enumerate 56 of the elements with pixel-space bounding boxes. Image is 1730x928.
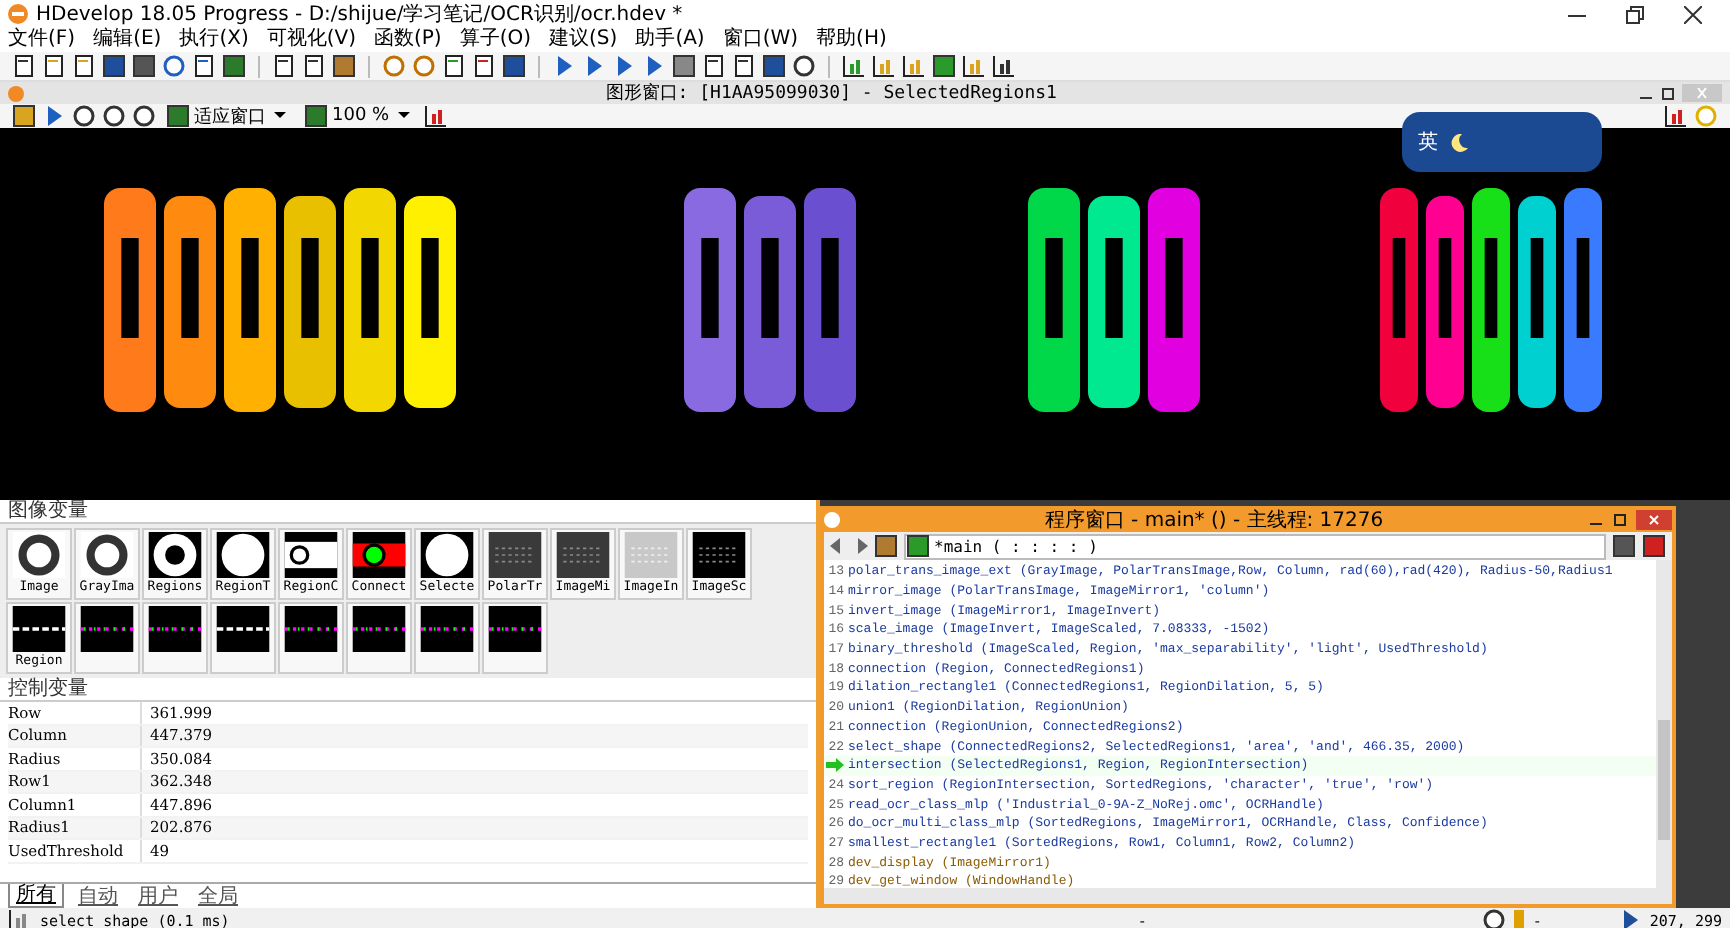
program-window-title: 程序窗口 - main* () - 主线程: 17276 [1042, 507, 1386, 533]
variable-tab[interactable]: 所有 [8, 884, 64, 908]
step-icon[interactable] [582, 54, 606, 78]
menu-item[interactable]: 函数(P) [374, 28, 442, 52]
chart-icon[interactable] [902, 54, 926, 78]
check-document-icon[interactable] [442, 54, 466, 78]
image-variable[interactable] [278, 602, 344, 674]
image-variable[interactable] [210, 602, 276, 674]
horizontal-scrollbar[interactable] [824, 888, 1672, 904]
app-logo-icon [8, 85, 24, 101]
pointer-icon[interactable] [42, 104, 66, 128]
close-icon[interactable] [1684, 5, 1702, 23]
maximize-icon[interactable] [1626, 5, 1644, 23]
export-icon[interactable] [192, 54, 216, 78]
procedure-dropdown[interactable]: *main ( : : : : ) [904, 533, 1606, 559]
menu-item[interactable]: 帮助(H) [816, 28, 887, 52]
vertical-scrollbar[interactable] [1656, 560, 1672, 888]
menu-item[interactable]: 建议(S) [549, 28, 618, 52]
back-arrow-icon[interactable] [830, 538, 846, 554]
app-logo-icon [824, 511, 840, 527]
maximize-icon[interactable] [1612, 511, 1628, 527]
new-file-icon[interactable] [12, 54, 36, 78]
maximize-icon[interactable] [1660, 85, 1677, 101]
chart-icon[interactable] [872, 54, 896, 78]
delete-document-icon[interactable] [472, 54, 496, 78]
forward-arrow-icon[interactable] [852, 538, 868, 554]
input-language-label: 英 [1418, 129, 1438, 156]
menu-item[interactable]: 文件(F) [8, 28, 76, 52]
chart-icon[interactable] [962, 54, 986, 78]
axes-icon[interactable] [1664, 104, 1688, 128]
step-over-icon[interactable] [612, 54, 636, 78]
window-title: HDevelop 18.05 Progress - D:/shijue/学习笔记/OCR识别/ocr.hdev * [36, 2, 683, 27]
image-variable[interactable] [142, 602, 208, 674]
menu-item[interactable]: 编辑(E) [93, 28, 162, 52]
image-variable[interactable] [74, 602, 140, 674]
zoom-mode-dropdown[interactable]: 适应窗口 [162, 103, 294, 129]
step-back-icon[interactable] [642, 54, 666, 78]
menu-item[interactable]: 执行(X) [179, 28, 249, 52]
current-line-arrow-icon [826, 758, 844, 773]
variable-tab[interactable]: 用户 [132, 885, 184, 907]
moon-icon [1450, 133, 1468, 151]
input-method-bar[interactable]: 英 [1402, 112, 1602, 172]
image-variable[interactable] [346, 602, 412, 674]
graphics-window-title: 图形窗口: [H1AA95099030] - SelectedRegions1 [605, 81, 1057, 106]
document-edit-icon[interactable] [732, 54, 756, 78]
variable-tab[interactable]: 全局 [192, 885, 244, 907]
image-variable[interactable] [414, 602, 480, 674]
menu-item[interactable]: 窗口(W) [722, 28, 799, 52]
image-variable[interactable] [482, 602, 548, 674]
stop-icon[interactable] [672, 54, 696, 78]
chart-icon[interactable] [842, 54, 866, 78]
variable-tab[interactable]: 自动 [72, 885, 124, 907]
menu-item[interactable]: 助手(A) [635, 28, 705, 52]
zoom-dropdown[interactable]: 100 % [300, 104, 418, 128]
menu-item[interactable]: 算子(O) [459, 28, 532, 52]
menu-item[interactable]: 可视化(V) [266, 28, 356, 52]
